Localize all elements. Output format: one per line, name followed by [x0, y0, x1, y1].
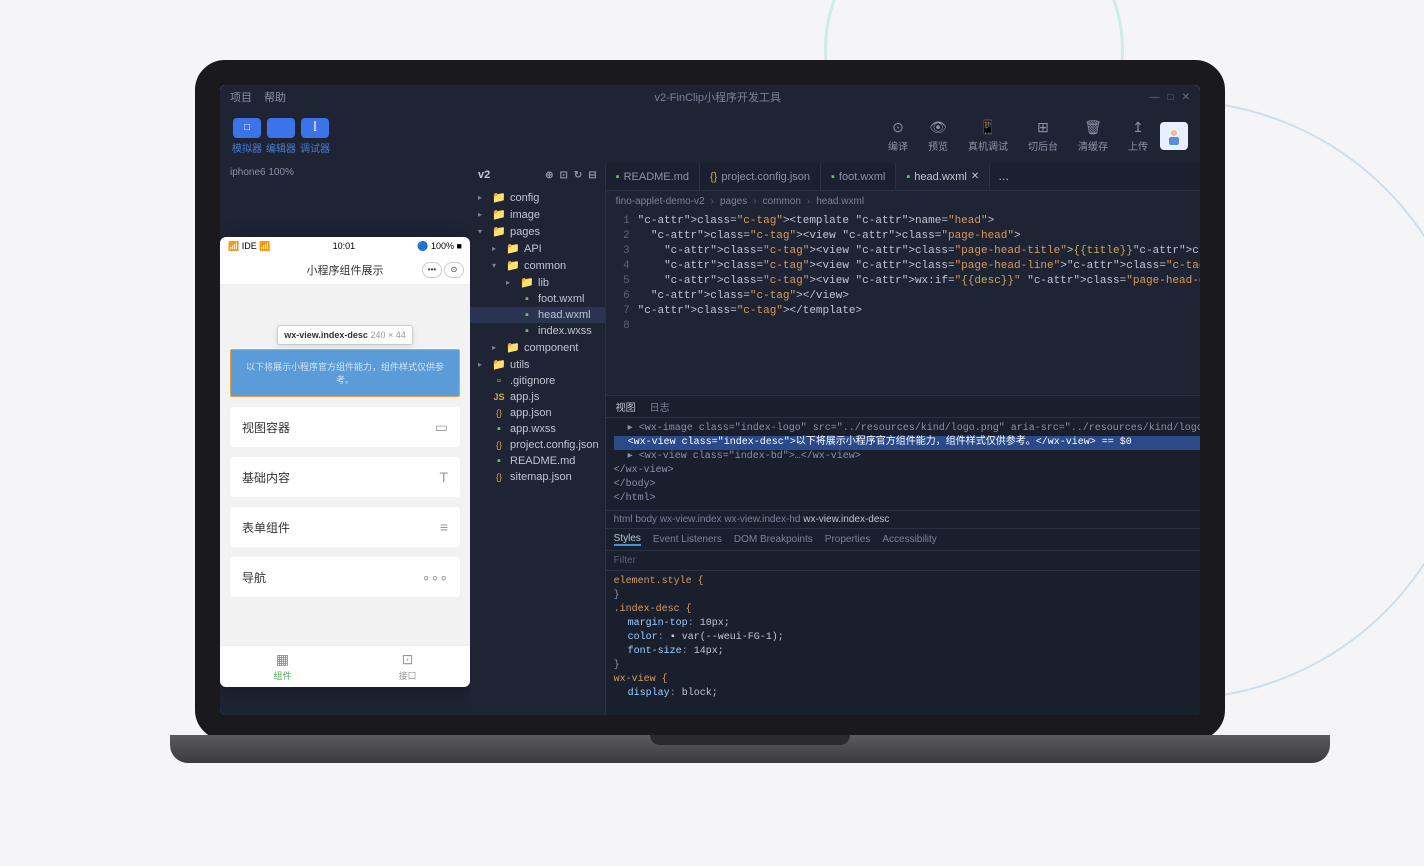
laptop-frame: 项目 帮助 v2-FinClip小程序开发工具 — □ ✕ □模拟器编辑器⫿调试… — [170, 60, 1250, 780]
filter-input[interactable]: Filter — [614, 555, 636, 566]
new-file-icon[interactable]: ⊕ — [545, 170, 553, 181]
tree-node-API[interactable]: ▸📁API — [470, 240, 605, 257]
refresh-icon[interactable]: ↻ — [574, 170, 582, 181]
toolbar-action-清缓存[interactable]: 🗑清缓存 — [1078, 119, 1108, 153]
tree-node-foot.wxml[interactable]: ▪foot.wxml — [470, 291, 605, 307]
toolbar: □模拟器编辑器⫿调试器 ⊙编译 👁预览 📱真机调试 ⊞切后台 🗑清缓存 ↥上传 — [220, 109, 1200, 163]
tree-node-app.js[interactable]: JSapp.js — [470, 389, 605, 405]
window-title: v2-FinClip小程序开发工具 — [298, 89, 1138, 105]
list-item[interactable]: 视图容器▭ — [230, 407, 460, 447]
maximize-icon[interactable]: □ — [1168, 92, 1174, 103]
tabbar-item-接口[interactable]: ⊡接口 — [345, 646, 470, 687]
menu-help[interactable]: 帮助 — [264, 89, 286, 105]
simulator-panel: iphone6 100% 📶 IDE 📶 10:01 🔵 100% ■ 小程序组… — [220, 163, 470, 715]
tree-node-index.wxss[interactable]: ▪index.wxss — [470, 323, 605, 339]
tree-node-project.config.json[interactable]: {}project.config.json — [470, 437, 605, 453]
devtools-panel: 视图日志 ▸ <wx-image class="index-logo" src=… — [606, 395, 1200, 715]
editor-tab-foot.wxml[interactable]: ▪foot.wxml — [821, 163, 896, 190]
tree-node-lib[interactable]: ▸📁lib — [470, 274, 605, 291]
breadcrumb-segment[interactable]: common — [763, 196, 801, 207]
toolbar-tab-1[interactable]: 编辑器 — [266, 118, 296, 155]
device-navbar: 小程序组件展示 ••• ⊙ — [220, 255, 470, 285]
new-folder-icon[interactable]: ⊡ — [560, 170, 568, 181]
toolbar-tab-2[interactable]: ⫿调试器 — [300, 118, 330, 155]
close-icon[interactable]: ✕ — [1182, 92, 1190, 103]
tree-node-image[interactable]: ▸📁image — [470, 206, 605, 223]
device-tabbar: ▦组件⊡接口 — [220, 645, 470, 687]
inspector-tooltip: wx-view.index-desc 240 × 44 — [277, 325, 413, 345]
tab-overflow-icon[interactable]: … — [990, 163, 1017, 190]
file-tree-header: v2 ⊕ ⊡ ↻ ⊟ — [470, 163, 605, 187]
list-item[interactable]: 基础内容T — [230, 457, 460, 497]
list-item[interactable]: 表单组件≡ — [230, 507, 460, 547]
capsule-close-icon[interactable]: ⊙ — [444, 262, 464, 278]
toolbar-action-编译[interactable]: ⊙编译 — [888, 119, 908, 153]
minimize-icon[interactable]: — — [1150, 92, 1160, 103]
tree-node-sitemap.json[interactable]: {}sitemap.json — [470, 469, 605, 485]
styles-subtab-DOM Breakpoints[interactable]: DOM Breakpoints — [734, 534, 813, 545]
tree-node-common[interactable]: ▾📁common — [470, 257, 605, 274]
styles-subtab-Styles[interactable]: Styles — [614, 533, 641, 546]
devtools-tab-日志[interactable]: 日志 — [650, 399, 670, 414]
tree-node-README.md[interactable]: ▪README.md — [470, 453, 605, 469]
dom-breadcrumb[interactable]: html body wx-view.index wx-view.index-hd… — [606, 510, 1200, 529]
devtools-tab-视图[interactable]: 视图 — [616, 399, 636, 414]
tree-node-app.json[interactable]: {}app.json — [470, 405, 605, 421]
editor-tab-head.wxml[interactable]: ▪head.wxml✕ — [896, 163, 990, 190]
tab-close-icon[interactable]: ✕ — [971, 171, 979, 182]
dom-tree[interactable]: ▸ <wx-image class="index-logo" src="../r… — [606, 418, 1200, 510]
tree-node-utils[interactable]: ▸📁utils — [470, 356, 605, 373]
editor-panel: ▪README.md{}project.config.json▪foot.wxm… — [606, 163, 1200, 715]
tree-node-app.wxss[interactable]: ▪app.wxss — [470, 421, 605, 437]
file-tree-panel: v2 ⊕ ⊡ ↻ ⊟ ▸📁config▸📁image▾📁pages▸📁API▾📁… — [470, 163, 606, 715]
avatar[interactable] — [1160, 122, 1188, 150]
tree-node-.gitignore[interactable]: ▫.gitignore — [470, 373, 605, 389]
breadcrumb: fino-applet-demo-v2›pages›common›head.wx… — [606, 191, 1200, 211]
capsule-menu-icon[interactable]: ••• — [422, 262, 442, 278]
collapse-icon[interactable]: ⊟ — [588, 170, 596, 181]
toolbar-tab-0[interactable]: □模拟器 — [232, 118, 262, 155]
highlighted-element[interactable]: 以下将展示小程序官方组件能力，组件样式仅供参考。 — [230, 349, 460, 397]
styles-subtab-Accessibility[interactable]: Accessibility — [882, 534, 936, 545]
ide-root: 项目 帮助 v2-FinClip小程序开发工具 — □ ✕ □模拟器编辑器⫿调试… — [220, 85, 1200, 715]
tabbar-item-组件[interactable]: ▦组件 — [220, 646, 345, 687]
menubar: 项目 帮助 v2-FinClip小程序开发工具 — □ ✕ — [220, 85, 1200, 109]
breadcrumb-segment[interactable]: pages — [720, 196, 747, 207]
tree-node-pages[interactable]: ▾📁pages — [470, 223, 605, 240]
toolbar-action-上传[interactable]: ↥上传 — [1128, 119, 1148, 153]
breadcrumb-segment[interactable]: head.wxml — [816, 196, 864, 207]
toolbar-action-预览[interactable]: 👁预览 — [928, 119, 948, 153]
simulator-device: 📶 IDE 📶 10:01 🔵 100% ■ 小程序组件展示 ••• ⊙ — [220, 237, 470, 687]
css-rules[interactable]: element.style {}.index-desc {</span>marg… — [606, 571, 1200, 715]
styles-subtab-Event Listeners[interactable]: Event Listeners — [653, 534, 722, 545]
editor-tabs: ▪README.md{}project.config.json▪foot.wxm… — [606, 163, 1200, 191]
menu-project[interactable]: 项目 — [230, 89, 252, 105]
page-title: 小程序组件展示 — [307, 262, 384, 278]
toolbar-action-真机调试[interactable]: 📱真机调试 — [968, 119, 1008, 153]
toolbar-action-切后台[interactable]: ⊞切后台 — [1028, 119, 1058, 153]
window-controls: — □ ✕ — [1150, 92, 1190, 103]
tree-node-component[interactable]: ▸📁component — [470, 339, 605, 356]
tree-node-head.wxml[interactable]: ▪head.wxml — [470, 307, 605, 323]
styles-subtab-Properties[interactable]: Properties — [825, 534, 871, 545]
simulator-device-label[interactable]: iphone6 100% — [220, 163, 470, 187]
device-statusbar: 📶 IDE 📶 10:01 🔵 100% ■ — [220, 237, 470, 255]
editor-tab-project.config.json[interactable]: {}project.config.json — [700, 163, 821, 190]
list-item[interactable]: 导航∘∘∘ — [230, 557, 460, 597]
code-editor[interactable]: 12345678 "c-attr">class="c-tag"><templat… — [606, 211, 1200, 395]
breadcrumb-segment[interactable]: fino-applet-demo-v2 — [616, 196, 705, 207]
styles-filter: Filter :hov.cls+ — [606, 551, 1200, 571]
editor-tab-README.md[interactable]: ▪README.md — [606, 163, 700, 190]
tree-node-config[interactable]: ▸📁config — [470, 189, 605, 206]
